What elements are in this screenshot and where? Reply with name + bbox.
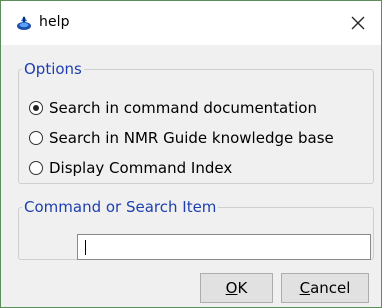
radio-button[interactable] [29, 161, 43, 175]
radio-button[interactable] [29, 101, 43, 115]
title-bar[interactable]: help [1, 1, 381, 45]
command-search-input[interactable] [77, 234, 371, 260]
cancel-button[interactable]: Cancel [281, 273, 369, 303]
radio-label: Search in command documentation [49, 99, 317, 117]
command-legend: Command or Search Item [24, 198, 217, 216]
topspin-app-icon [17, 16, 31, 30]
ok-label-rest: K [237, 279, 248, 297]
ok-button[interactable]: OK [200, 273, 273, 303]
options-group: Options Search in command documentation … [18, 60, 374, 184]
cancel-mnemonic: C [299, 279, 311, 297]
options-legend: Options [24, 60, 82, 78]
radio-display-command-index[interactable]: Display Command Index [19, 159, 232, 177]
text-caret [85, 240, 86, 255]
command-search-group: Command or Search Item [18, 198, 374, 260]
radio-button[interactable] [29, 131, 43, 145]
close-button[interactable] [335, 1, 381, 45]
window-title: help [39, 14, 70, 30]
radio-label: Display Command Index [49, 159, 233, 177]
radio-search-nmr-guide[interactable]: Search in NMR Guide knowledge base [19, 129, 334, 147]
ok-mnemonic: O [225, 279, 238, 297]
cancel-label-rest: ancel [310, 279, 351, 297]
radio-search-command-docs[interactable]: Search in command documentation [19, 99, 317, 117]
help-dialog: help Options Search in command documenta… [0, 0, 382, 308]
close-icon [351, 16, 365, 30]
radio-label: Search in NMR Guide knowledge base [49, 129, 334, 147]
